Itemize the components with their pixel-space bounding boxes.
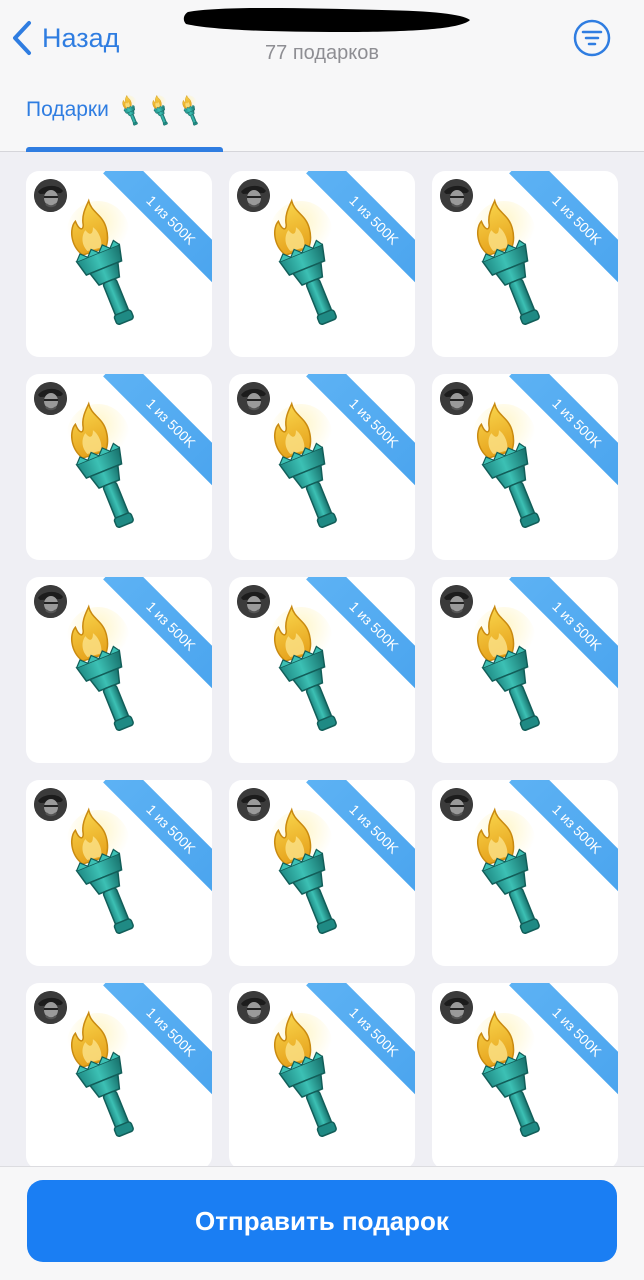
gift-card[interactable]: 1 из 500K — [229, 577, 415, 763]
torch-icon — [66, 398, 146, 538]
gift-card[interactable]: 1 из 500K — [26, 780, 212, 966]
gift-card[interactable]: 1 из 500K — [26, 171, 212, 357]
torch-icon — [117, 94, 145, 128]
gift-card[interactable]: 1 из 500K — [26, 577, 212, 763]
torch-icon — [147, 94, 175, 128]
torch-icon — [472, 398, 552, 538]
sender-avatar — [237, 382, 270, 415]
sender-avatar — [237, 585, 270, 618]
gift-count: 77 подарков — [265, 42, 379, 64]
torch-icon — [66, 601, 146, 741]
torch-icon — [269, 398, 349, 538]
sender-avatar — [440, 179, 473, 212]
gift-card[interactable]: 1 из 500K — [432, 171, 618, 357]
sender-avatar — [440, 382, 473, 415]
sender-avatar — [34, 585, 67, 618]
torch-icon — [177, 94, 205, 128]
gift-card[interactable]: 1 из 500K — [229, 780, 415, 966]
torch-icon — [269, 1007, 349, 1147]
gift-card[interactable]: 1 из 500K — [229, 171, 415, 357]
sender-avatar — [34, 788, 67, 821]
gift-card[interactable]: 1 из 500K — [432, 374, 618, 560]
torch-icon — [472, 804, 552, 944]
torch-icon — [269, 804, 349, 944]
sender-avatar — [237, 179, 270, 212]
torch-icon — [66, 804, 146, 944]
filter-icon — [573, 19, 611, 57]
sender-avatar — [440, 788, 473, 821]
gift-grid: 1 из 500K 1 из 500K 1 из 500K 1 из 500K 1 из… — [26, 171, 618, 1166]
tab-gifts-label: Подарки — [26, 98, 109, 121]
send-gift-button[interactable]: Отправить подарок — [27, 1180, 617, 1262]
sender-avatar — [237, 788, 270, 821]
tab-active-indicator — [26, 147, 223, 152]
sender-avatar — [34, 382, 67, 415]
sender-avatar — [440, 585, 473, 618]
tab-bar: Подарки — [26, 92, 223, 152]
gift-card[interactable]: 1 из 500K — [432, 983, 618, 1166]
gift-card[interactable]: 1 из 500K — [229, 374, 415, 560]
torch-icon — [66, 1007, 146, 1147]
sender-avatar — [440, 991, 473, 1024]
gift-card[interactable]: 1 из 500K — [26, 983, 212, 1166]
tab-gifts[interactable]: Подарки — [26, 92, 223, 152]
bottom-bar: Отправить подарок — [0, 1166, 644, 1280]
tab-gifts-emojis — [117, 92, 207, 128]
sender-avatar — [237, 991, 270, 1024]
gift-card[interactable]: 1 из 500K — [229, 983, 415, 1166]
torch-icon — [472, 195, 552, 335]
torch-icon — [269, 195, 349, 335]
top-bar: Назад 77 подарков Подарки — [0, 0, 644, 152]
gift-card[interactable]: 1 из 500K — [432, 577, 618, 763]
gift-card[interactable]: 1 из 500K — [432, 780, 618, 966]
sender-avatar — [34, 991, 67, 1024]
redacted-title — [183, 8, 471, 32]
gift-card[interactable]: 1 из 500K — [26, 374, 212, 560]
sender-avatar — [34, 179, 67, 212]
torch-icon — [269, 601, 349, 741]
filter-button[interactable] — [572, 18, 612, 58]
torch-icon — [66, 195, 146, 335]
torch-icon — [472, 1007, 552, 1147]
torch-icon — [472, 601, 552, 741]
